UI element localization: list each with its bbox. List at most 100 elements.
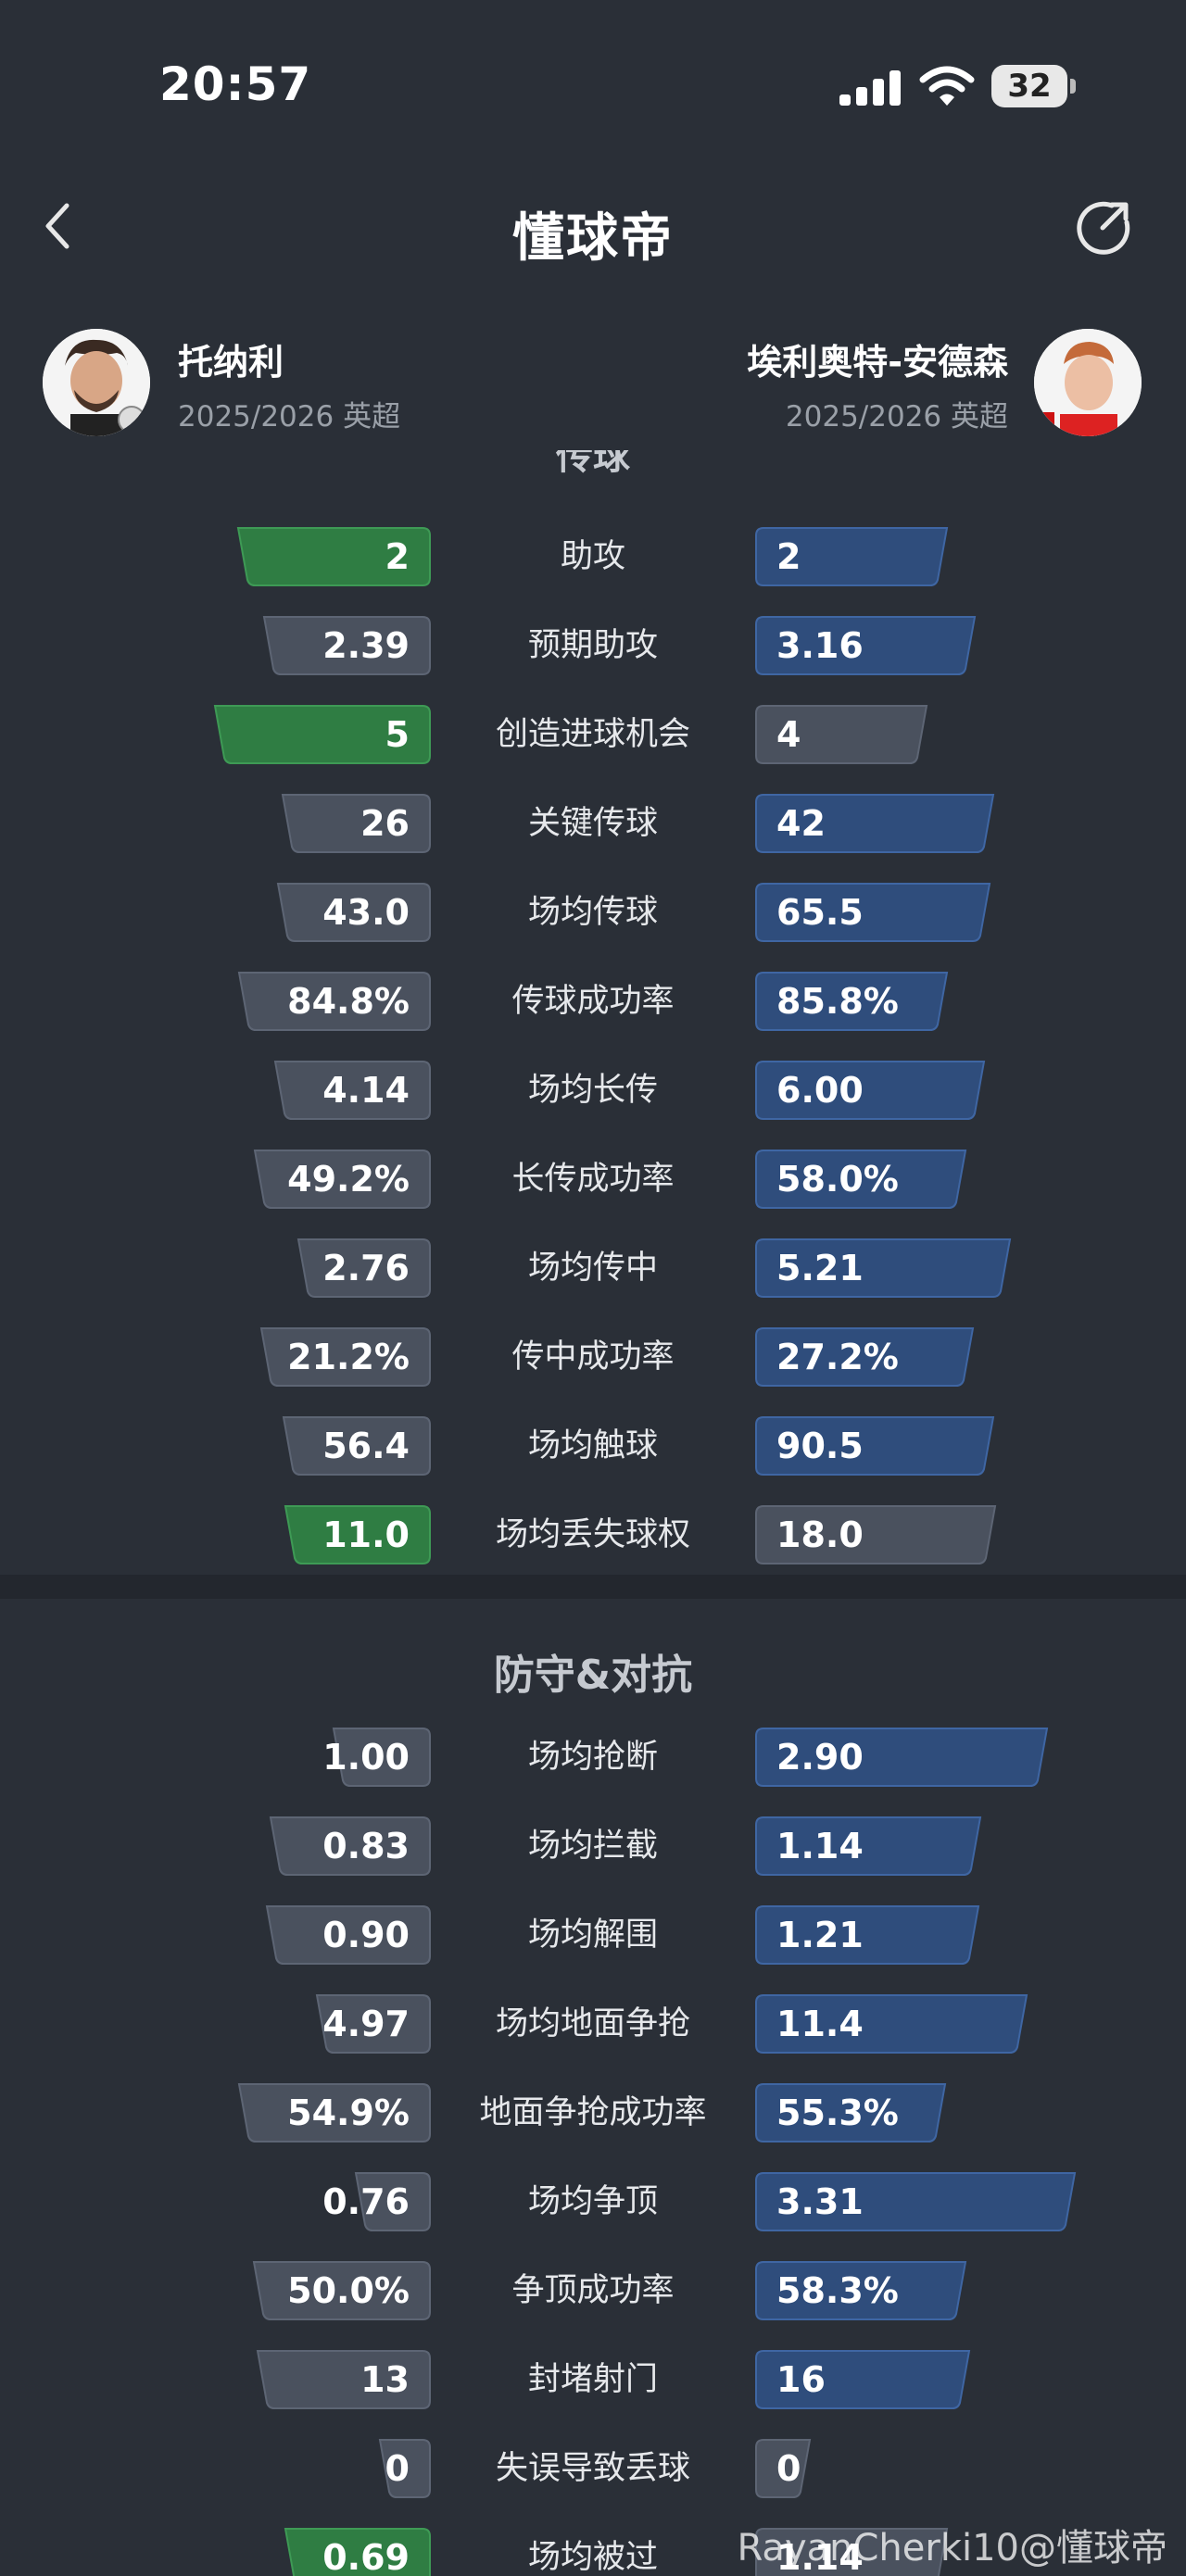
stat-bar-right[interactable]: 3.16 xyxy=(754,613,978,678)
stat-value-left: 26 xyxy=(360,803,410,844)
stat-bar-right[interactable]: 1.14 xyxy=(754,1814,984,1879)
stat-bar-left[interactable]: 84.8% xyxy=(235,969,432,1034)
stat-label: 场均丢失球权 xyxy=(495,1516,690,1553)
stat-bar-right[interactable]: 42 xyxy=(754,791,997,856)
stat-row: 43.0 场均传球 65.5 xyxy=(0,880,1186,945)
section-title-defense: 防守&对抗 xyxy=(493,1652,693,1699)
stat-bar-left[interactable]: 21.2% xyxy=(258,1325,432,1389)
stat-label: 长传成功率 xyxy=(511,1161,675,1198)
share-icon[interactable] xyxy=(1075,198,1132,256)
player-avatar-left[interactable] xyxy=(43,329,150,436)
stat-bar-right[interactable]: 6.00 xyxy=(754,1058,988,1123)
stat-value-right: 27.2% xyxy=(776,1337,899,1377)
stat-value-right: 3.16 xyxy=(776,625,864,666)
stat-label: 封堵射门 xyxy=(527,2361,658,2398)
player-season-right: 2025/2026 英超 xyxy=(785,400,1008,434)
stat-value-left: 0.83 xyxy=(322,1826,410,1866)
stat-value-right: 0 xyxy=(776,2448,801,2489)
stat-bar-right[interactable]: 2 xyxy=(754,524,951,589)
stat-bar-right[interactable]: 1.21 xyxy=(754,1903,982,1967)
stat-value-left: 4.97 xyxy=(322,2004,410,2044)
stat-bar-right[interactable]: 90.5 xyxy=(754,1414,997,1478)
stat-bar-right[interactable]: 2.90 xyxy=(754,1725,1051,1790)
stat-bar-right[interactable]: 18.0 xyxy=(754,1502,999,1567)
stat-bar-right[interactable]: 11.4 xyxy=(754,1992,1030,2056)
stat-value-right: 65.5 xyxy=(776,892,864,933)
stat-bar-left[interactable]: 0.83 xyxy=(267,1814,432,1879)
stat-bar-left[interactable]: 54.9% xyxy=(235,2080,432,2145)
stat-bar-left[interactable]: 2 xyxy=(234,524,432,589)
wifi-icon xyxy=(919,66,975,106)
stat-bar-left[interactable]: 11.0 xyxy=(282,1502,432,1567)
stat-value-left: 21.2% xyxy=(287,1337,410,1377)
stat-label: 场均被过 xyxy=(527,2539,658,2576)
stat-row: 0.90 场均解围 1.21 xyxy=(0,1903,1186,1967)
stat-bar-right[interactable]: 65.5 xyxy=(754,880,993,945)
stat-label: 地面争抢成功率 xyxy=(479,2094,707,2131)
stat-value-left: 11.0 xyxy=(322,1514,410,1555)
cellular-signal-icon xyxy=(839,69,902,106)
battery-icon: 32 xyxy=(991,65,1077,107)
stat-bar-right[interactable]: 55.3% xyxy=(754,2080,949,2145)
stat-bar-left[interactable]: 4.97 xyxy=(313,1992,432,2056)
stat-bar-right[interactable]: 27.2% xyxy=(754,1325,977,1389)
section-title-passing: 传球 xyxy=(556,450,630,478)
players-header: 托纳利 2025/2026 英超 埃利奥特-安德森 2025/2026 英超 xyxy=(0,315,1186,445)
stat-value-right: 6.00 xyxy=(776,1070,864,1111)
stat-bar-left[interactable]: 5 xyxy=(211,702,432,767)
stat-value-left: 0.69 xyxy=(322,2537,410,2576)
stat-bar-right[interactable]: 85.8% xyxy=(754,969,951,1034)
stat-bar-left[interactable]: 1.00 xyxy=(322,1725,432,1790)
stat-bar-left[interactable]: 0 xyxy=(376,2436,432,2501)
stat-row: 4.97 场均地面争抢 11.4 xyxy=(0,1992,1186,2056)
stat-bar-left[interactable]: 43.0 xyxy=(274,880,432,945)
stat-bar-left[interactable]: 2.39 xyxy=(260,613,432,678)
stat-bar-right[interactable]: 3.31 xyxy=(754,2169,1079,2234)
stat-bar-left[interactable]: 56.4 xyxy=(280,1414,432,1478)
stat-bar-left[interactable]: 0.76 xyxy=(322,2169,432,2234)
stat-value-right: 2.90 xyxy=(776,1737,864,1778)
stat-label: 创造进球机会 xyxy=(495,716,690,753)
stat-value-right: 11.4 xyxy=(776,2004,864,2044)
stat-bar-left[interactable]: 50.0% xyxy=(250,2258,432,2323)
stat-bar-left[interactable]: 26 xyxy=(279,791,432,856)
stat-bar-left[interactable]: 2.76 xyxy=(295,1236,432,1301)
stat-value-right: 2 xyxy=(776,536,801,577)
stat-value-right: 5.21 xyxy=(776,1248,864,1288)
status-time: 20:57 xyxy=(159,57,312,111)
stat-bar-left[interactable]: 4.14 xyxy=(271,1058,432,1123)
stat-label: 场均长传 xyxy=(527,1072,658,1109)
stat-bar-right[interactable]: 5.21 xyxy=(754,1236,1014,1301)
stat-value-left: 2.76 xyxy=(322,1248,410,1288)
stat-bar-right[interactable]: 0 xyxy=(754,2436,814,2501)
stat-bar-left[interactable]: 0.90 xyxy=(263,1903,432,1967)
stat-row: 84.8% 传球成功率 85.8% xyxy=(0,969,1186,1034)
stat-value-left: 2.39 xyxy=(322,625,410,666)
status-bar: 20:57 32 xyxy=(0,0,1186,167)
stat-label: 传球成功率 xyxy=(511,983,675,1020)
stat-value-left: 5 xyxy=(385,714,410,755)
player-season-left: 2025/2026 英超 xyxy=(178,400,401,434)
stat-value-right: 58.3% xyxy=(776,2270,899,2311)
stat-value-right: 1.14 xyxy=(776,1826,864,1866)
stat-bar-right[interactable]: 58.0% xyxy=(754,1147,969,1212)
stat-value-right: 3.31 xyxy=(776,2181,864,2222)
stat-bar-left[interactable]: 13 xyxy=(254,2347,432,2412)
stat-bar-left[interactable]: 0.69 xyxy=(282,2525,432,2576)
player-name-left: 托纳利 xyxy=(178,342,284,383)
stat-bar-left[interactable]: 49.2% xyxy=(251,1147,432,1212)
stat-value-left: 2 xyxy=(385,536,410,577)
player-avatar-right[interactable] xyxy=(1034,329,1142,436)
battery-level: 32 xyxy=(991,65,1067,107)
stat-row: 26 关键传球 42 xyxy=(0,791,1186,856)
stat-bar-right[interactable]: 16 xyxy=(754,2347,973,2412)
stat-value-right: 4 xyxy=(776,714,801,755)
stat-row: 2.76 场均传中 5.21 xyxy=(0,1236,1186,1301)
stat-label: 场均争顶 xyxy=(527,2183,658,2220)
stat-bar-right[interactable]: 58.3% xyxy=(754,2258,969,2323)
stat-row: 0 失误导致丢球 0 xyxy=(0,2436,1186,2501)
stat-label: 场均地面争抢 xyxy=(495,2005,690,2042)
stat-bar-right[interactable]: 4 xyxy=(754,702,930,767)
stat-value-left: 43.0 xyxy=(322,892,410,933)
navigation-bar: 懂球帝 xyxy=(0,176,1186,278)
